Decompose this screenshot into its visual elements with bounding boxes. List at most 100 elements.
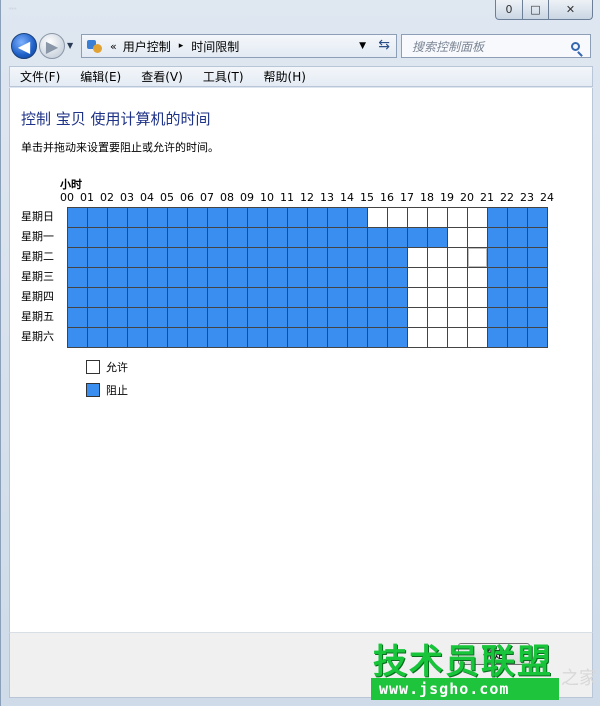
time-cell[interactable] [407,307,427,327]
menu-view[interactable]: 查看(V) [131,68,193,85]
time-cell[interactable] [207,307,227,327]
time-cell[interactable] [527,307,547,327]
time-cell[interactable] [87,247,107,267]
time-cell[interactable] [127,227,147,247]
address-bar[interactable]: « 用户控制 ▸ 时间限制 ▼ ⇆ [81,34,397,58]
time-cell[interactable] [487,207,507,227]
time-cell[interactable] [267,287,287,307]
time-cell[interactable] [447,227,467,247]
time-cell[interactable] [507,247,527,267]
time-cell[interactable] [187,307,207,327]
time-cell[interactable] [327,287,347,307]
time-cell[interactable] [267,267,287,287]
time-cell[interactable] [467,267,487,287]
time-cell[interactable] [367,247,387,267]
time-cell[interactable] [247,327,267,347]
time-cell[interactable] [187,207,207,227]
time-cell[interactable] [147,267,167,287]
time-cell[interactable] [127,267,147,287]
time-cell[interactable] [187,287,207,307]
time-cell[interactable] [407,247,427,267]
time-cell[interactable] [107,247,127,267]
time-cell[interactable] [67,207,87,227]
time-cell[interactable] [527,207,547,227]
time-cell[interactable] [67,227,87,247]
time-cell[interactable] [347,287,367,307]
time-cell[interactable] [147,207,167,227]
time-cell[interactable] [187,227,207,247]
search-icon[interactable] [571,41,580,51]
time-cell[interactable] [167,227,187,247]
time-cell[interactable] [387,327,407,347]
time-cell[interactable] [447,247,467,267]
time-cell[interactable] [167,307,187,327]
time-cell[interactable] [407,287,427,307]
time-cell[interactable] [127,287,147,307]
time-cell[interactable] [427,227,447,247]
time-cell[interactable] [487,327,507,347]
time-cell[interactable] [467,287,487,307]
time-cell[interactable] [527,327,547,347]
time-cell[interactable] [427,287,447,307]
time-cell[interactable] [427,247,447,267]
time-cell[interactable] [347,307,367,327]
time-cell[interactable] [307,307,327,327]
time-cell[interactable] [507,327,527,347]
time-cell[interactable] [447,327,467,347]
time-cell[interactable] [507,227,527,247]
close-button[interactable]: ✕ [549,0,593,20]
time-cell[interactable] [87,267,107,287]
time-cell[interactable] [67,327,87,347]
time-cell[interactable] [227,287,247,307]
time-cell[interactable] [447,207,467,227]
time-cell[interactable] [387,267,407,287]
time-cell[interactable] [107,287,127,307]
time-cell[interactable] [387,287,407,307]
time-cell[interactable] [347,327,367,347]
time-cell[interactable] [127,307,147,327]
time-cell[interactable] [247,287,267,307]
time-cell[interactable] [187,267,207,287]
time-cell[interactable] [367,327,387,347]
time-cell[interactable] [367,307,387,327]
time-cell[interactable] [387,207,407,227]
time-cell[interactable] [167,287,187,307]
time-cell[interactable] [287,227,307,247]
time-cell[interactable] [327,327,347,347]
breadcrumb-overflow[interactable]: « [110,40,117,53]
time-cell[interactable] [167,327,187,347]
time-cell[interactable] [267,307,287,327]
time-cell[interactable] [487,287,507,307]
time-cell[interactable] [327,207,347,227]
time-cell[interactable] [107,267,127,287]
time-cell[interactable] [227,267,247,287]
time-cell[interactable] [87,227,107,247]
time-cell[interactable] [467,227,487,247]
time-cell[interactable] [327,307,347,327]
time-cell[interactable] [327,247,347,267]
time-cell[interactable] [107,207,127,227]
time-cell[interactable] [67,287,87,307]
search-input[interactable]: 搜索控制面板 [412,38,571,55]
time-cell[interactable] [407,267,427,287]
time-cell[interactable] [67,267,87,287]
time-cell[interactable] [347,267,367,287]
time-cell[interactable] [507,287,527,307]
time-cell[interactable] [147,227,167,247]
time-cell[interactable] [267,207,287,227]
time-cell[interactable] [467,327,487,347]
time-cell[interactable] [87,307,107,327]
time-cell[interactable] [307,267,327,287]
time-cell[interactable] [427,307,447,327]
time-cell[interactable] [527,227,547,247]
time-cell[interactable] [367,287,387,307]
time-cell[interactable] [227,247,247,267]
time-cell[interactable] [427,207,447,227]
time-cell[interactable] [467,247,487,267]
time-cell[interactable] [167,267,187,287]
address-dropdown-icon[interactable]: ▼ [359,41,366,51]
time-cell[interactable] [147,247,167,267]
time-cell[interactable] [507,307,527,327]
time-cell[interactable] [387,227,407,247]
time-cell[interactable] [307,287,327,307]
